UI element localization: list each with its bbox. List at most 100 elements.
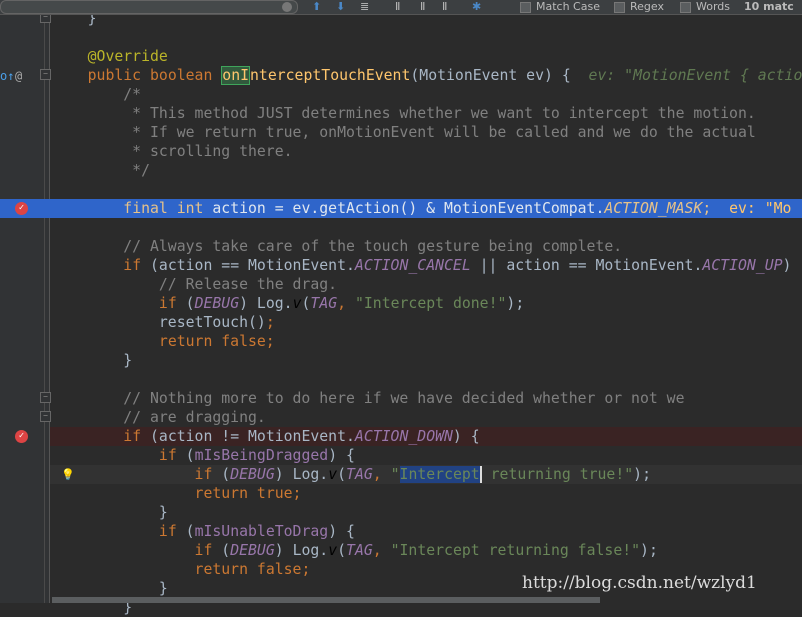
code-line[interactable]: public boolean onInterceptTouchEvent(Mot…: [0, 66, 802, 85]
code-line[interactable]: resetTouch();: [0, 313, 802, 332]
code-token: ;: [265, 314, 275, 331]
code-text: * If we return true, onMotionEvent will …: [52, 123, 756, 142]
code-token: ) Log.: [274, 466, 329, 483]
code-text: final int action = ev.getAction() & Moti…: [52, 199, 791, 218]
code-token: if: [194, 466, 222, 483]
code-text: return false;: [52, 560, 311, 579]
code-text: */: [52, 161, 150, 180]
code-token: onI: [221, 66, 251, 85]
code-token: ,: [337, 295, 355, 312]
code-token: (MotionEvent ev) {: [410, 67, 589, 84]
code-token: if: [194, 542, 222, 559]
code-line[interactable]: return false;: [0, 332, 802, 351]
code-line[interactable]: if (DEBUG) Log.v(TAG, "Intercept returni…: [50, 465, 802, 484]
code-token: public boolean: [87, 67, 222, 84]
clear-search-icon[interactable]: [282, 2, 292, 12]
code-token: ): [782, 257, 792, 274]
code-line[interactable]: // Release the drag.: [0, 275, 802, 294]
code-token: if: [158, 295, 186, 312]
code-line[interactable]: if (mIsBeingDragged) {: [0, 446, 802, 465]
code-line[interactable]: * If we return true, onMotionEvent will …: [0, 123, 802, 142]
code-line[interactable]: }: [0, 503, 802, 522]
code-token: ) Log.: [274, 542, 329, 559]
annotation-icon[interactable]: @: [15, 69, 22, 83]
override-method-icon[interactable]: o↑: [0, 69, 14, 83]
code-token: }: [52, 504, 168, 521]
code-token: ,: [372, 542, 391, 559]
code-token: if: [123, 257, 151, 274]
code-token: TAG: [346, 466, 373, 483]
select-occurrence-icon[interactable]: Ⅱ: [395, 0, 400, 14]
code-token: (action == MotionEvent.: [150, 257, 355, 274]
code-line[interactable]: @Override: [0, 47, 802, 66]
lightbulb-icon[interactable]: 💡: [61, 468, 75, 481]
code-token: ev: "Mo: [729, 200, 792, 217]
code-text: public boolean onInterceptTouchEvent(Mot…: [52, 66, 802, 85]
code-line[interactable]: [0, 370, 802, 389]
code-line[interactable]: // are dragging.: [0, 408, 802, 427]
code-text: return false;: [52, 332, 275, 351]
code-line[interactable]: * This method JUST determines whether we…: [0, 104, 802, 123]
code-line[interactable]: * scrolling there.: [0, 142, 802, 161]
match-count: 10 matc: [744, 0, 794, 13]
code-token: (: [337, 466, 347, 483]
code-line[interactable]: if (action != MotionEvent.ACTION_DOWN) {: [50, 427, 802, 446]
fold-marker-icon[interactable]: −: [40, 69, 51, 80]
code-text: * scrolling there.: [52, 142, 293, 161]
code-line[interactable]: [0, 28, 802, 47]
fold-marker-icon[interactable]: −: [40, 392, 51, 403]
code-line[interactable]: /*: [0, 85, 802, 104]
code-token: DEBUG: [230, 542, 275, 559]
code-line[interactable]: if (mIsUnableToDrag) {: [0, 522, 802, 541]
code-text: if (action == MotionEvent.ACTION_CANCEL …: [52, 256, 791, 275]
match-case-checkbox[interactable]: Match Case: [520, 0, 600, 14]
code-line[interactable]: if (action == MotionEvent.ACTION_CANCEL …: [0, 256, 802, 275]
code-text: }: [52, 579, 168, 598]
select-all-occurrences-icon[interactable]: Ⅱ: [420, 0, 425, 14]
code-token: if: [123, 428, 151, 445]
code-text: if (DEBUG) Log.v(TAG, "Intercept returni…: [52, 465, 651, 484]
prev-match-icon[interactable]: ⬆: [312, 0, 321, 14]
fold-marker-icon[interactable]: −: [40, 411, 51, 422]
horizontal-scrollbar[interactable]: [52, 597, 600, 603]
code-line[interactable]: // Nothing more to do here if we have de…: [0, 389, 802, 408]
code-token: mIsUnableToDrag: [194, 523, 329, 540]
code-token: );: [633, 466, 651, 483]
code-line[interactable]: if (DEBUG) Log.v(TAG, "Intercept done!")…: [0, 294, 802, 313]
code-line[interactable]: [0, 180, 802, 199]
breakpoint-icon[interactable]: ✓: [15, 430, 28, 443]
code-line[interactable]: final int action = ev.getAction() & Moti…: [0, 199, 802, 218]
code-token: * If we return true, onMotionEvent will …: [52, 124, 756, 141]
filter-icon[interactable]: ✱: [472, 0, 481, 14]
code-token: }: [52, 352, 133, 369]
code-token: ACTION_CANCEL: [354, 257, 471, 274]
code-line[interactable]: // Always take care of the touch gesture…: [0, 237, 802, 256]
search-input[interactable]: [0, 0, 298, 14]
regex-checkbox[interactable]: Regex: [614, 0, 664, 14]
code-token: ACTION_UP: [702, 257, 783, 274]
breakpoint-icon[interactable]: ✓: [15, 202, 28, 215]
code-line[interactable]: if (DEBUG) Log.v(TAG, "Intercept returni…: [0, 541, 802, 560]
code-token: * scrolling there.: [52, 143, 293, 160]
code-text: }: [52, 503, 168, 522]
code-token: return false;: [194, 561, 311, 578]
code-token: TAG: [310, 295, 338, 312]
code-token: /*: [52, 86, 142, 103]
unselect-occurrence-icon[interactable]: Ⅱ: [442, 0, 447, 14]
code-token: );: [506, 295, 525, 312]
words-checkbox[interactable]: Words: [680, 0, 730, 14]
find-all-icon[interactable]: ≣: [360, 0, 369, 14]
code-line[interactable]: */: [0, 161, 802, 180]
next-match-icon[interactable]: ⬇: [336, 0, 345, 14]
code-line[interactable]: [0, 218, 802, 237]
code-token: DEBUG: [194, 295, 240, 312]
code-text: }: [52, 351, 132, 370]
code-token: * This method JUST determines whether we…: [52, 105, 756, 122]
code-token: ;: [702, 200, 730, 217]
code-line[interactable]: return true;: [0, 484, 802, 503]
code-line[interactable]: }: [0, 351, 802, 370]
code-token: v: [328, 542, 338, 559]
